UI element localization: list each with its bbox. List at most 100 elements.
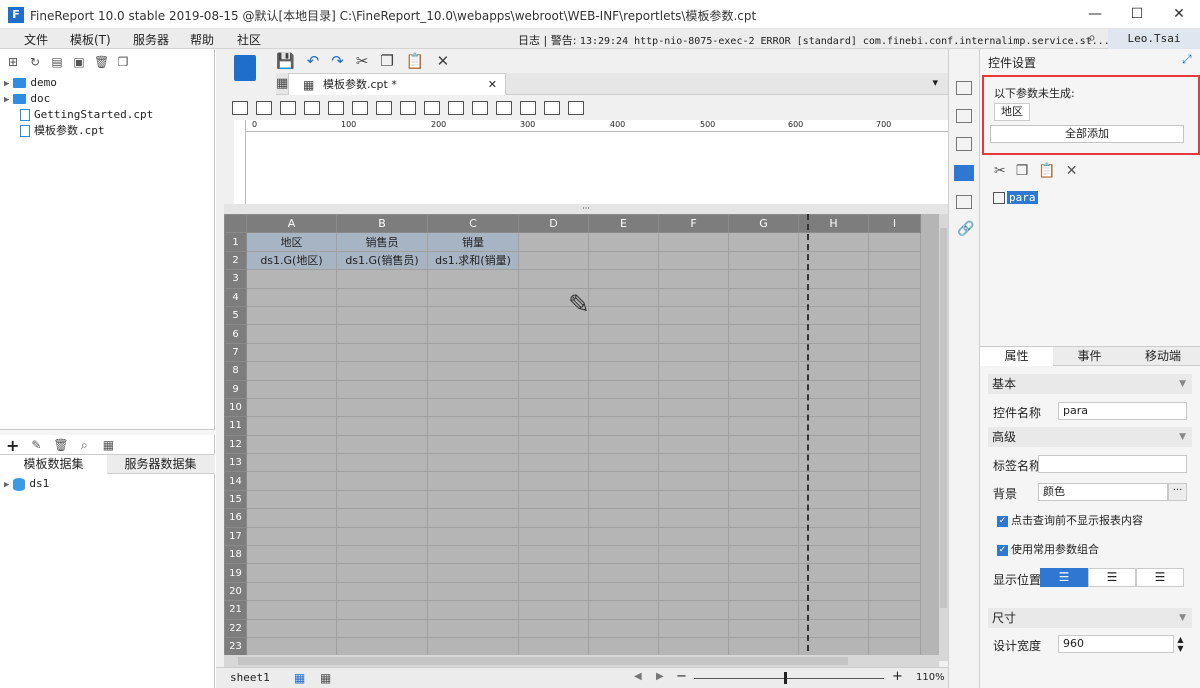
cell[interactable]	[798, 526, 869, 547]
cell[interactable]	[728, 250, 799, 271]
list-widget-icon[interactable]	[400, 101, 416, 115]
cell[interactable]	[518, 636, 589, 657]
cell[interactable]	[246, 379, 337, 399]
cell[interactable]	[868, 379, 921, 399]
layout-icon[interactable]	[956, 81, 972, 95]
cell[interactable]	[658, 489, 729, 510]
cell[interactable]: ds1.G(地区)	[246, 250, 337, 271]
cell[interactable]	[246, 361, 337, 381]
cell[interactable]: 销售员	[336, 232, 428, 252]
cell[interactable]	[246, 618, 337, 638]
cell[interactable]	[868, 416, 921, 436]
row-header[interactable]: 7	[224, 342, 247, 363]
cell[interactable]	[588, 232, 659, 252]
cell[interactable]	[518, 545, 589, 565]
cell[interactable]	[728, 636, 799, 657]
cell[interactable]	[518, 581, 589, 602]
section-basic[interactable]: 基本 ▼	[988, 374, 1192, 394]
widget-settings-icon[interactable]	[954, 165, 974, 181]
cell[interactable]	[728, 508, 799, 528]
cell[interactable]	[798, 269, 869, 289]
align-center-button[interactable]: ☰	[1088, 568, 1136, 587]
cell[interactable]	[588, 545, 659, 565]
row-header[interactable]: 8	[224, 361, 247, 381]
paste-icon[interactable]: 📋	[1038, 163, 1055, 179]
search-icon[interactable]: ⌕	[1088, 30, 1096, 46]
column-header[interactable]: C	[427, 214, 519, 234]
cell[interactable]: 地区	[246, 232, 337, 252]
number-widget-icon[interactable]	[376, 101, 392, 115]
cell[interactable]	[518, 434, 589, 455]
cell[interactable]	[798, 600, 869, 620]
cell[interactable]	[868, 526, 921, 547]
cell[interactable]	[246, 471, 337, 491]
cell[interactable]	[427, 342, 519, 363]
cell[interactable]	[427, 600, 519, 620]
cell[interactable]	[246, 600, 337, 620]
paste-icon[interactable]: 📋	[406, 52, 425, 70]
cell[interactable]	[336, 416, 428, 436]
new-folder-icon[interactable]: ⊞	[6, 55, 20, 69]
cell[interactable]	[518, 324, 589, 344]
menu-template[interactable]: 模板(T)	[70, 31, 111, 48]
cell[interactable]	[728, 489, 799, 510]
cell[interactable]	[728, 416, 799, 436]
dataset-item[interactable]: ▶ ds1	[0, 476, 49, 492]
cell[interactable]	[798, 342, 869, 363]
menu-file[interactable]: 文件	[24, 31, 48, 48]
cell[interactable]	[336, 379, 428, 399]
cell[interactable]	[336, 287, 428, 307]
cell[interactable]	[336, 324, 428, 344]
row-header[interactable]: 18	[224, 545, 247, 565]
rename-icon[interactable]: ▣	[72, 55, 86, 69]
cell[interactable]	[728, 600, 799, 620]
cell[interactable]	[336, 305, 428, 326]
maximize-button[interactable]: ☐	[1122, 4, 1152, 24]
cell[interactable]	[798, 232, 869, 252]
width-input[interactable]: 960	[1058, 635, 1174, 653]
cell[interactable]	[868, 618, 921, 638]
cell[interactable]	[336, 618, 428, 638]
cell[interactable]	[798, 250, 869, 271]
zoom-slider-thumb[interactable]	[784, 672, 787, 684]
cell[interactable]	[518, 379, 589, 399]
cell[interactable]	[658, 232, 729, 252]
cell[interactable]	[336, 342, 428, 363]
cell[interactable]	[427, 545, 519, 565]
preview-icon[interactable]: ⌕	[77, 438, 91, 452]
cell[interactable]	[246, 305, 337, 326]
cell[interactable]	[868, 305, 921, 326]
label-widget-icon[interactable]	[232, 101, 248, 115]
cell[interactable]	[588, 600, 659, 620]
row-header[interactable]: 11	[224, 416, 247, 436]
cell[interactable]	[658, 342, 729, 363]
cell[interactable]	[728, 269, 799, 289]
cell[interactable]	[658, 379, 729, 399]
row-header[interactable]: 14	[224, 471, 247, 491]
cell[interactable]	[588, 269, 659, 289]
cell[interactable]	[868, 397, 921, 418]
cell[interactable]	[588, 453, 659, 473]
cell[interactable]	[336, 453, 428, 473]
row-header[interactable]: 6	[224, 324, 247, 344]
splitter-handle[interactable]: ···	[224, 204, 948, 214]
cell[interactable]	[336, 563, 428, 583]
cell[interactable]	[728, 379, 799, 399]
cell[interactable]	[658, 250, 729, 271]
row-header[interactable]: 22	[224, 618, 247, 638]
redo-icon[interactable]: ↷	[331, 52, 344, 70]
section-advanced[interactable]: 高级 ▼	[988, 427, 1192, 447]
cell[interactable]	[868, 324, 921, 344]
row-header[interactable]: 23	[224, 636, 247, 657]
cell[interactable]	[518, 563, 589, 583]
cell[interactable]	[588, 471, 659, 491]
cell[interactable]	[336, 397, 428, 418]
tree-item-file[interactable]: GettingStarted.cpt	[20, 107, 153, 123]
log-label[interactable]: 日志	[518, 34, 540, 47]
cell[interactable]	[868, 489, 921, 510]
row-header[interactable]: 9	[224, 379, 247, 399]
cell[interactable]	[798, 397, 869, 418]
tag-input[interactable]	[1038, 455, 1187, 473]
cell[interactable]	[658, 269, 729, 289]
cell[interactable]	[246, 324, 337, 344]
